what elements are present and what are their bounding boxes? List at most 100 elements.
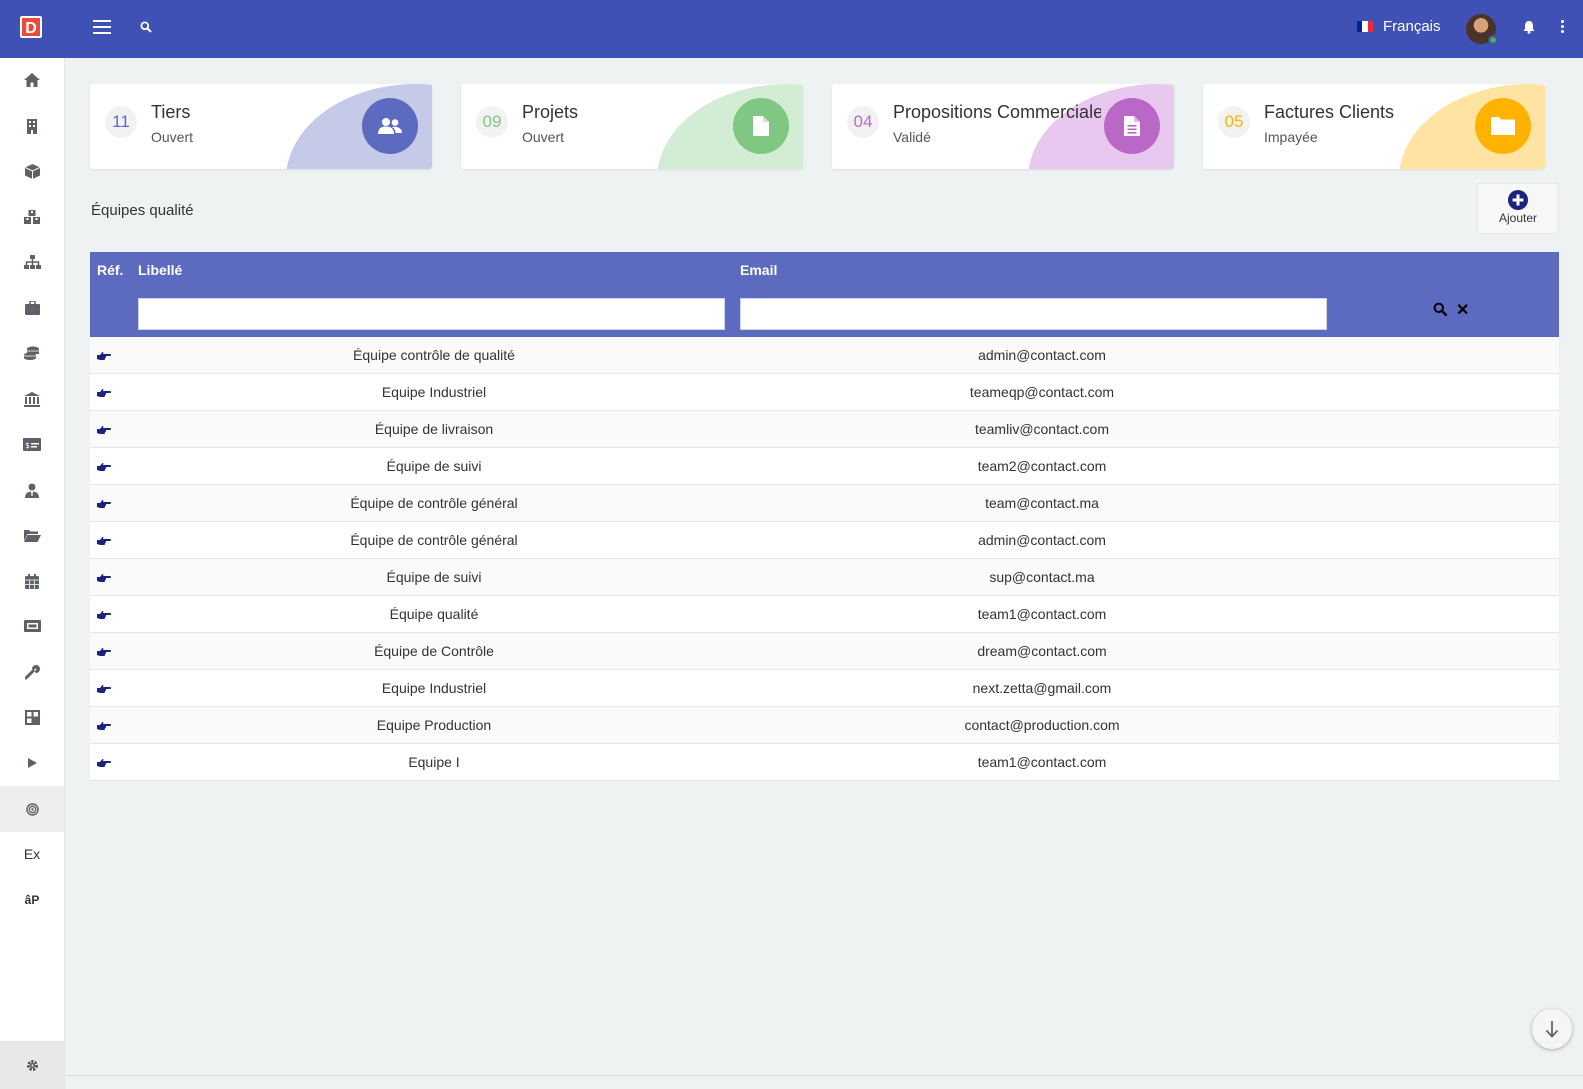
column-header-email[interactable]: Email	[740, 262, 777, 278]
sidebar-settings-icon[interactable]	[0, 1041, 64, 1089]
sidebar-money-check-icon[interactable]: $	[0, 424, 64, 464]
pointing-hand-icon[interactable]	[97, 533, 111, 551]
card-title: Propositions Commerciales	[893, 102, 1101, 122]
scroll-down-button[interactable]	[1532, 1009, 1572, 1049]
card-tiers[interactable]: 11 Tiers Ouvert	[90, 84, 432, 169]
sidebar-building-icon[interactable]	[0, 106, 64, 146]
card-subtitle: Ouvert	[522, 129, 565, 145]
pointing-hand-icon[interactable]	[97, 644, 111, 662]
table-row[interactable]: Équipe contrôle de qualité admin@contact.…	[90, 337, 1559, 374]
row-email: teamliv@contact.com	[974, 421, 1110, 437]
card-title: Tiers	[151, 102, 191, 122]
column-header-ref[interactable]: Réf.	[97, 262, 123, 278]
filter-clear-icon[interactable]: ✕	[1456, 302, 1469, 320]
pointing-hand-icon[interactable]	[97, 459, 111, 477]
row-email: admin@contact.com	[978, 347, 1106, 363]
row-libelle: Equipe Industriel	[381, 384, 487, 400]
row-libelle: Équipe de contrôle général	[350, 495, 518, 511]
row-email: next.zetta@gmail.com	[972, 680, 1112, 696]
sidebar-calendar-icon[interactable]	[0, 561, 64, 601]
sidebar-item-ap[interactable]: âP	[0, 880, 64, 920]
sidebar-wrench-icon[interactable]	[0, 652, 64, 692]
sidebar-play-icon[interactable]	[0, 743, 64, 783]
sidebar-target-icon[interactable]	[0, 786, 64, 832]
row-email: team@contact.ma	[985, 495, 1099, 511]
card-projets[interactable]: 09 Projets Ouvert	[461, 84, 803, 169]
pointing-hand-icon[interactable]	[97, 348, 111, 366]
sidebar-sitemap-icon[interactable]	[0, 242, 64, 282]
row-libelle: Équipe de suivi	[386, 569, 482, 585]
sidebar-boxes-icon[interactable]	[0, 197, 64, 237]
sidebar-coins-icon[interactable]	[0, 333, 64, 373]
app-logo[interactable]: D	[20, 16, 42, 38]
sidebar-ticket-icon[interactable]	[0, 606, 64, 646]
table-row[interactable]: Equipe Production contact@production.com	[90, 707, 1559, 744]
card-count: 11	[105, 106, 137, 138]
file-icon	[733, 98, 789, 154]
sidebar-home-icon[interactable]	[0, 60, 64, 100]
table-row[interactable]: Équipe de suivi sup@contact.ma	[90, 559, 1559, 596]
column-header-libelle[interactable]: Libellé	[138, 262, 182, 278]
card-count: 09	[476, 106, 508, 138]
card-subtitle: Impayée	[1264, 129, 1318, 145]
pointing-hand-icon[interactable]	[97, 570, 111, 588]
card-title: Factures Clients	[1264, 102, 1395, 122]
row-libelle: Équipe de livraison	[374, 421, 494, 437]
table-header: Réf. Libellé Email ✕	[90, 252, 1559, 337]
sidebar-bank-icon[interactable]	[0, 379, 64, 419]
teams-table: Réf. Libellé Email ✕ Équipe contrôle de …	[90, 252, 1559, 781]
table-row[interactable]: Équipe de Contrôle dream@contact.com	[90, 633, 1559, 670]
row-email: team2@contact.com	[977, 458, 1107, 474]
add-button[interactable]: Ajouter	[1477, 183, 1559, 234]
sidebar-folder-open-icon[interactable]	[0, 515, 64, 555]
pointing-hand-icon[interactable]	[97, 496, 111, 514]
row-libelle: Équipe contrôle de qualité	[353, 347, 515, 363]
language-selector[interactable]: Français	[1357, 18, 1441, 35]
row-libelle: Équipe de contrôle général	[350, 532, 518, 548]
language-label: Français	[1383, 18, 1441, 35]
table-row[interactable]: Equipe Industriel next.zetta@gmail.com	[90, 670, 1559, 707]
sidebar-briefcase-icon[interactable]	[0, 288, 64, 328]
table-row[interactable]: Equipe Industriel teameqp@contact.com	[90, 374, 1559, 411]
notifications-bell-icon[interactable]	[1523, 20, 1535, 39]
folder-icon	[1475, 98, 1531, 154]
card-subtitle: Validé	[893, 129, 931, 145]
menu-toggle-icon[interactable]	[93, 20, 111, 36]
card-factures[interactable]: 05 Factures Clients Impayée	[1203, 84, 1545, 169]
page-title: Équipes qualité	[91, 202, 194, 219]
pointing-hand-icon[interactable]	[97, 718, 111, 736]
table-row[interactable]: Équipe de livraison teamliv@contact.com	[90, 411, 1559, 448]
sidebar-box-icon[interactable]	[0, 151, 64, 191]
footer-divider	[65, 1075, 1583, 1076]
pointing-hand-icon[interactable]	[97, 385, 111, 403]
filter-search-icon[interactable]	[1433, 302, 1448, 321]
search-icon[interactable]	[140, 20, 152, 38]
sidebar-item-ex-label: Ex	[23, 846, 41, 862]
arrow-down-icon	[1545, 1021, 1559, 1038]
row-email: team1@contact.com	[977, 606, 1107, 622]
table-row[interactable]: Équipe de suivi team2@contact.com	[90, 448, 1559, 485]
sidebar-item-ex[interactable]: Ex	[0, 834, 64, 874]
table-row[interactable]: Équipe de contrôle général admin@contact.…	[90, 522, 1559, 559]
row-email: teameqp@contact.com	[969, 384, 1115, 400]
table-row[interactable]: Équipe de contrôle général team@contact.m…	[90, 485, 1559, 522]
add-button-label: Ajouter	[1498, 211, 1538, 225]
table-body: Équipe contrôle de qualité admin@contact.…	[90, 337, 1559, 781]
card-propositions[interactable]: 04 Propositions Commerciales Validé	[832, 84, 1174, 169]
avatar[interactable]	[1466, 14, 1498, 45]
row-libelle: Équipe de Contrôle	[374, 643, 494, 659]
pointing-hand-icon[interactable]	[97, 422, 111, 440]
sidebar-grid-icon[interactable]	[0, 697, 64, 737]
sidebar-user-tie-icon[interactable]	[0, 470, 64, 510]
libelle-filter-input[interactable]	[138, 298, 725, 330]
table-row[interactable]: Équipe qualité team1@contact.com	[90, 596, 1559, 633]
pointing-hand-icon[interactable]	[97, 607, 111, 625]
table-row[interactable]: Equipe I team1@contact.com	[90, 744, 1559, 781]
more-options-icon[interactable]	[1561, 20, 1565, 35]
pointing-hand-icon[interactable]	[97, 755, 111, 773]
sidebar: $ Ex âP	[0, 58, 65, 1089]
row-libelle: Équipe de suivi	[386, 458, 482, 474]
pointing-hand-icon[interactable]	[97, 681, 111, 699]
email-filter-input[interactable]	[740, 298, 1327, 330]
card-count: 04	[847, 106, 879, 138]
